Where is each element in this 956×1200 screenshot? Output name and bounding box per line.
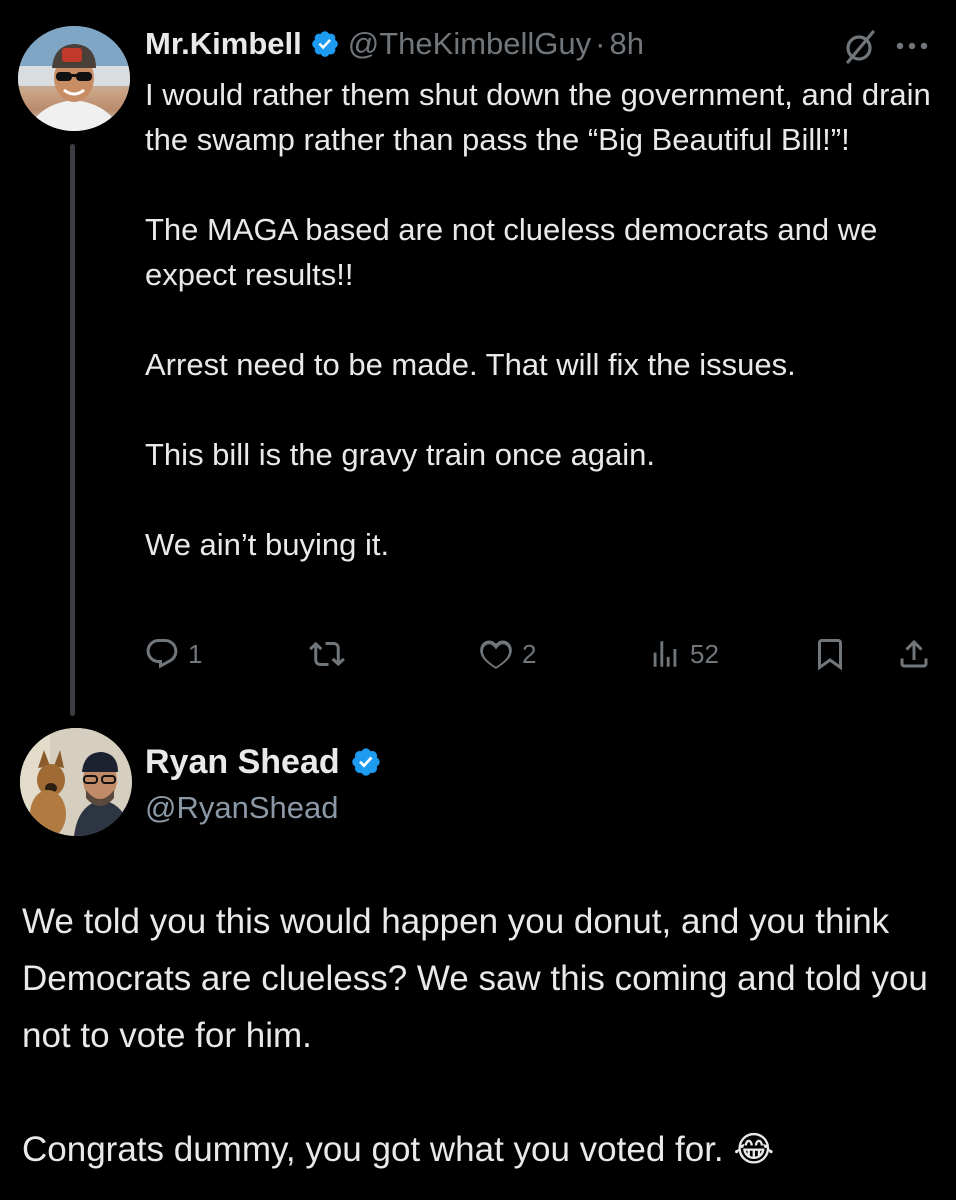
view-count: 52 xyxy=(690,638,719,669)
bookmark-icon xyxy=(812,636,848,672)
more-icon[interactable] xyxy=(890,26,934,66)
author-name[interactable]: Mr.Kimbell xyxy=(145,26,302,62)
views-button[interactable]: 52 xyxy=(648,630,719,678)
tweet-paragraph: We ain’t buying it. xyxy=(145,527,390,562)
reply-header: Ryan Shead @RyanShead xyxy=(145,740,390,826)
reply-button[interactable]: 1 xyxy=(144,630,202,678)
verified-badge-icon xyxy=(350,746,382,778)
avatar[interactable] xyxy=(20,728,132,836)
bookmark-button[interactable] xyxy=(812,630,848,678)
share-button[interactable] xyxy=(896,630,932,678)
share-icon xyxy=(896,636,932,672)
tweet-paragraph: This bill is the gravy train once again. xyxy=(145,437,656,472)
author-handle[interactable]: @RyanShead xyxy=(145,790,390,826)
tweet-text: I would rather them shut down the govern… xyxy=(145,72,945,567)
reply-paragraph: We told you this would happen you donut,… xyxy=(22,902,928,1055)
reply-paragraph: Congrats dummy, you got what you voted f… xyxy=(22,1130,775,1169)
tweet-paragraph: I would rather them shut down the govern… xyxy=(145,77,931,157)
repost-button[interactable] xyxy=(308,630,346,678)
action-bar: 1 2 52 xyxy=(140,630,940,678)
views-icon xyxy=(648,636,682,672)
grok-icon[interactable] xyxy=(840,26,880,66)
separator-dot: · xyxy=(595,26,606,61)
like-count: 2 xyxy=(522,638,537,669)
avatar[interactable] xyxy=(18,26,130,131)
reply-icon xyxy=(144,636,180,672)
like-icon xyxy=(478,636,514,672)
repost-icon xyxy=(308,636,346,672)
tweet-header: Mr.Kimbell @TheKimbellGuy · 8h xyxy=(145,22,644,66)
like-button[interactable]: 2 xyxy=(478,630,536,678)
tweet-paragraph: Arrest need to be made. That will fix th… xyxy=(145,347,796,382)
reply-count: 1 xyxy=(188,638,203,669)
author-name[interactable]: Ryan Shead xyxy=(145,743,340,782)
tweet-paragraph: The MAGA based are not clueless democrat… xyxy=(145,212,878,292)
thread-line xyxy=(70,144,75,716)
timestamp[interactable]: 8h xyxy=(609,26,643,62)
verified-badge-icon xyxy=(310,29,340,59)
author-handle[interactable]: @TheKimbellGuy xyxy=(348,26,591,62)
reply-text: We told you this would happen you donut,… xyxy=(22,893,942,1178)
